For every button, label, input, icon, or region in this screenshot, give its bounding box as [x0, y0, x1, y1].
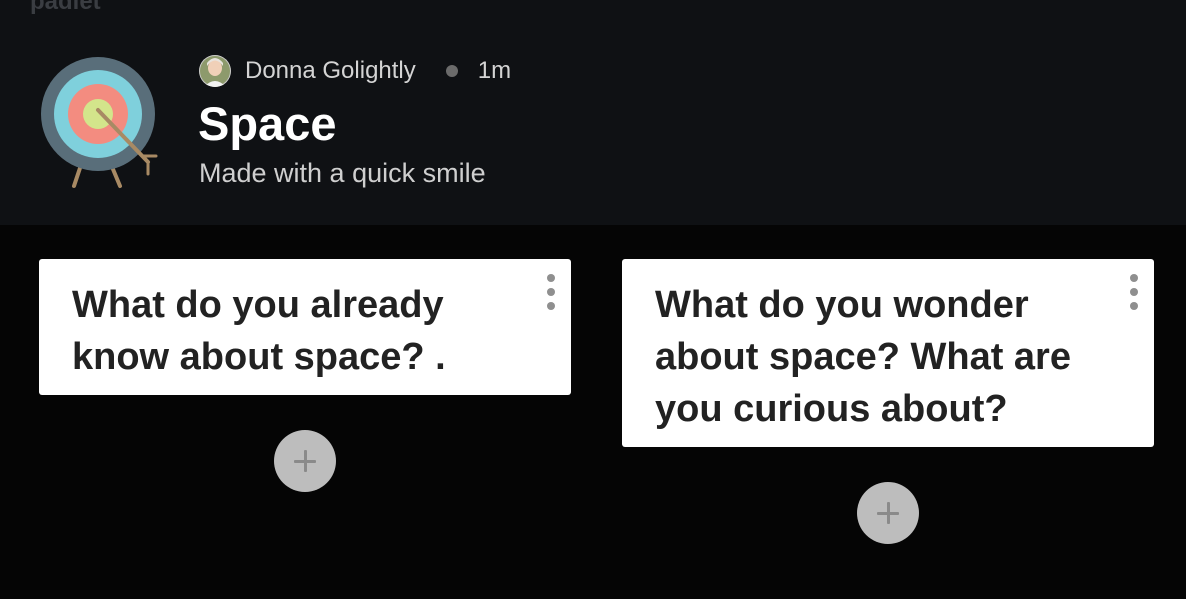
padlet-header: padlet Donna Golightly 1m Space Made wit…	[0, 0, 1186, 225]
post-meta: Donna Golightly 1m	[199, 55, 511, 87]
column-header-card[interactable]: What do you wonder about space? What are…	[622, 259, 1154, 447]
add-post-button[interactable]	[274, 430, 336, 492]
page-title: Space	[198, 97, 337, 150]
column-prompt: What do you wonder about space? What are…	[655, 284, 1071, 430]
page-subtitle: Made with a quick smile	[199, 158, 486, 188]
padlet-logo[interactable]: padlet	[30, 0, 101, 16]
author-name: Donna Golightly	[245, 57, 416, 84]
separator-dot	[445, 65, 458, 77]
avatar[interactable]	[199, 55, 231, 87]
column-prompt: What do you already know about space? .	[72, 284, 446, 378]
more-options-icon[interactable]	[1126, 274, 1142, 310]
target-with-arrow-icon	[41, 57, 158, 188]
column-header-card[interactable]: What do you already know about space? .	[39, 259, 571, 395]
add-post-button[interactable]	[857, 482, 919, 544]
timestamp: 1m	[477, 57, 512, 84]
more-options-icon[interactable]	[543, 274, 559, 310]
